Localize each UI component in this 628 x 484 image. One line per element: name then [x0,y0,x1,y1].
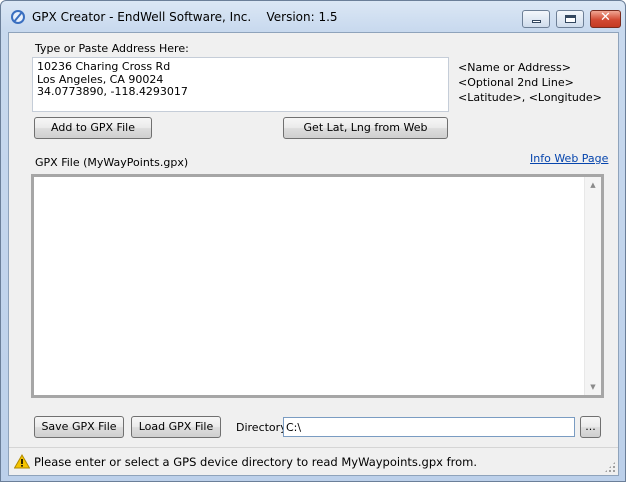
resize-grip-icon[interactable] [604,461,616,473]
directory-input[interactable] [283,417,575,437]
minimize-icon [532,20,541,23]
gpx-textarea[interactable] [34,177,585,395]
hint-name: <Name or Address> [458,61,571,74]
title-bar[interactable]: GPX Creator - EndWell Software, Inc. Ver… [1,1,625,31]
gpx-file-label: GPX File (MyWayPoints.gpx) [35,156,189,169]
close-button[interactable]: ✕ [590,10,621,28]
maximize-icon [565,15,576,23]
status-bar: Please enter or select a GPS device dire… [9,447,618,475]
browse-button[interactable]: ... [580,416,601,438]
save-gpx-button[interactable]: Save GPX File [34,416,124,438]
scroll-up-icon[interactable]: ▲ [585,177,601,193]
hint-lat-lng: <Latitude>, <Longitude> [458,91,602,104]
address-textarea[interactable]: 10236 Charing Cross Rd Los Angeles, CA 9… [32,57,449,112]
directory-label: Directory: [236,421,290,434]
gpx-content-box[interactable]: ▲ ▼ [31,174,604,398]
warning-icon [14,454,30,469]
scroll-down-icon[interactable]: ▼ [585,379,601,395]
minimize-button[interactable] [522,10,550,28]
hint-second-line: <Optional 2nd Line> [458,76,574,89]
add-to-gpx-button[interactable]: Add to GPX File [34,117,152,139]
close-icon: ✕ [600,10,611,25]
load-gpx-button[interactable]: Load GPX File [131,416,221,438]
address-label: Type or Paste Address Here: [35,42,189,55]
main-panel: Type or Paste Address Here: 10236 Charin… [8,32,619,476]
app-window: GPX Creator - EndWell Software, Inc. Ver… [0,0,626,482]
window-title: GPX Creator - EndWell Software, Inc. Ver… [32,10,338,24]
maximize-button[interactable] [556,10,584,28]
address-line-1: 10236 Charing Cross Rd [37,60,171,73]
address-line-3: 34.0773890, -118.4293017 [37,85,188,98]
vertical-scrollbar[interactable]: ▲ ▼ [584,177,601,395]
get-lat-lng-button[interactable]: Get Lat, Lng from Web [283,117,448,139]
info-web-page-link[interactable]: Info Web Page [530,152,608,165]
status-message: Please enter or select a GPS device dire… [34,455,478,469]
app-icon[interactable] [11,10,25,24]
